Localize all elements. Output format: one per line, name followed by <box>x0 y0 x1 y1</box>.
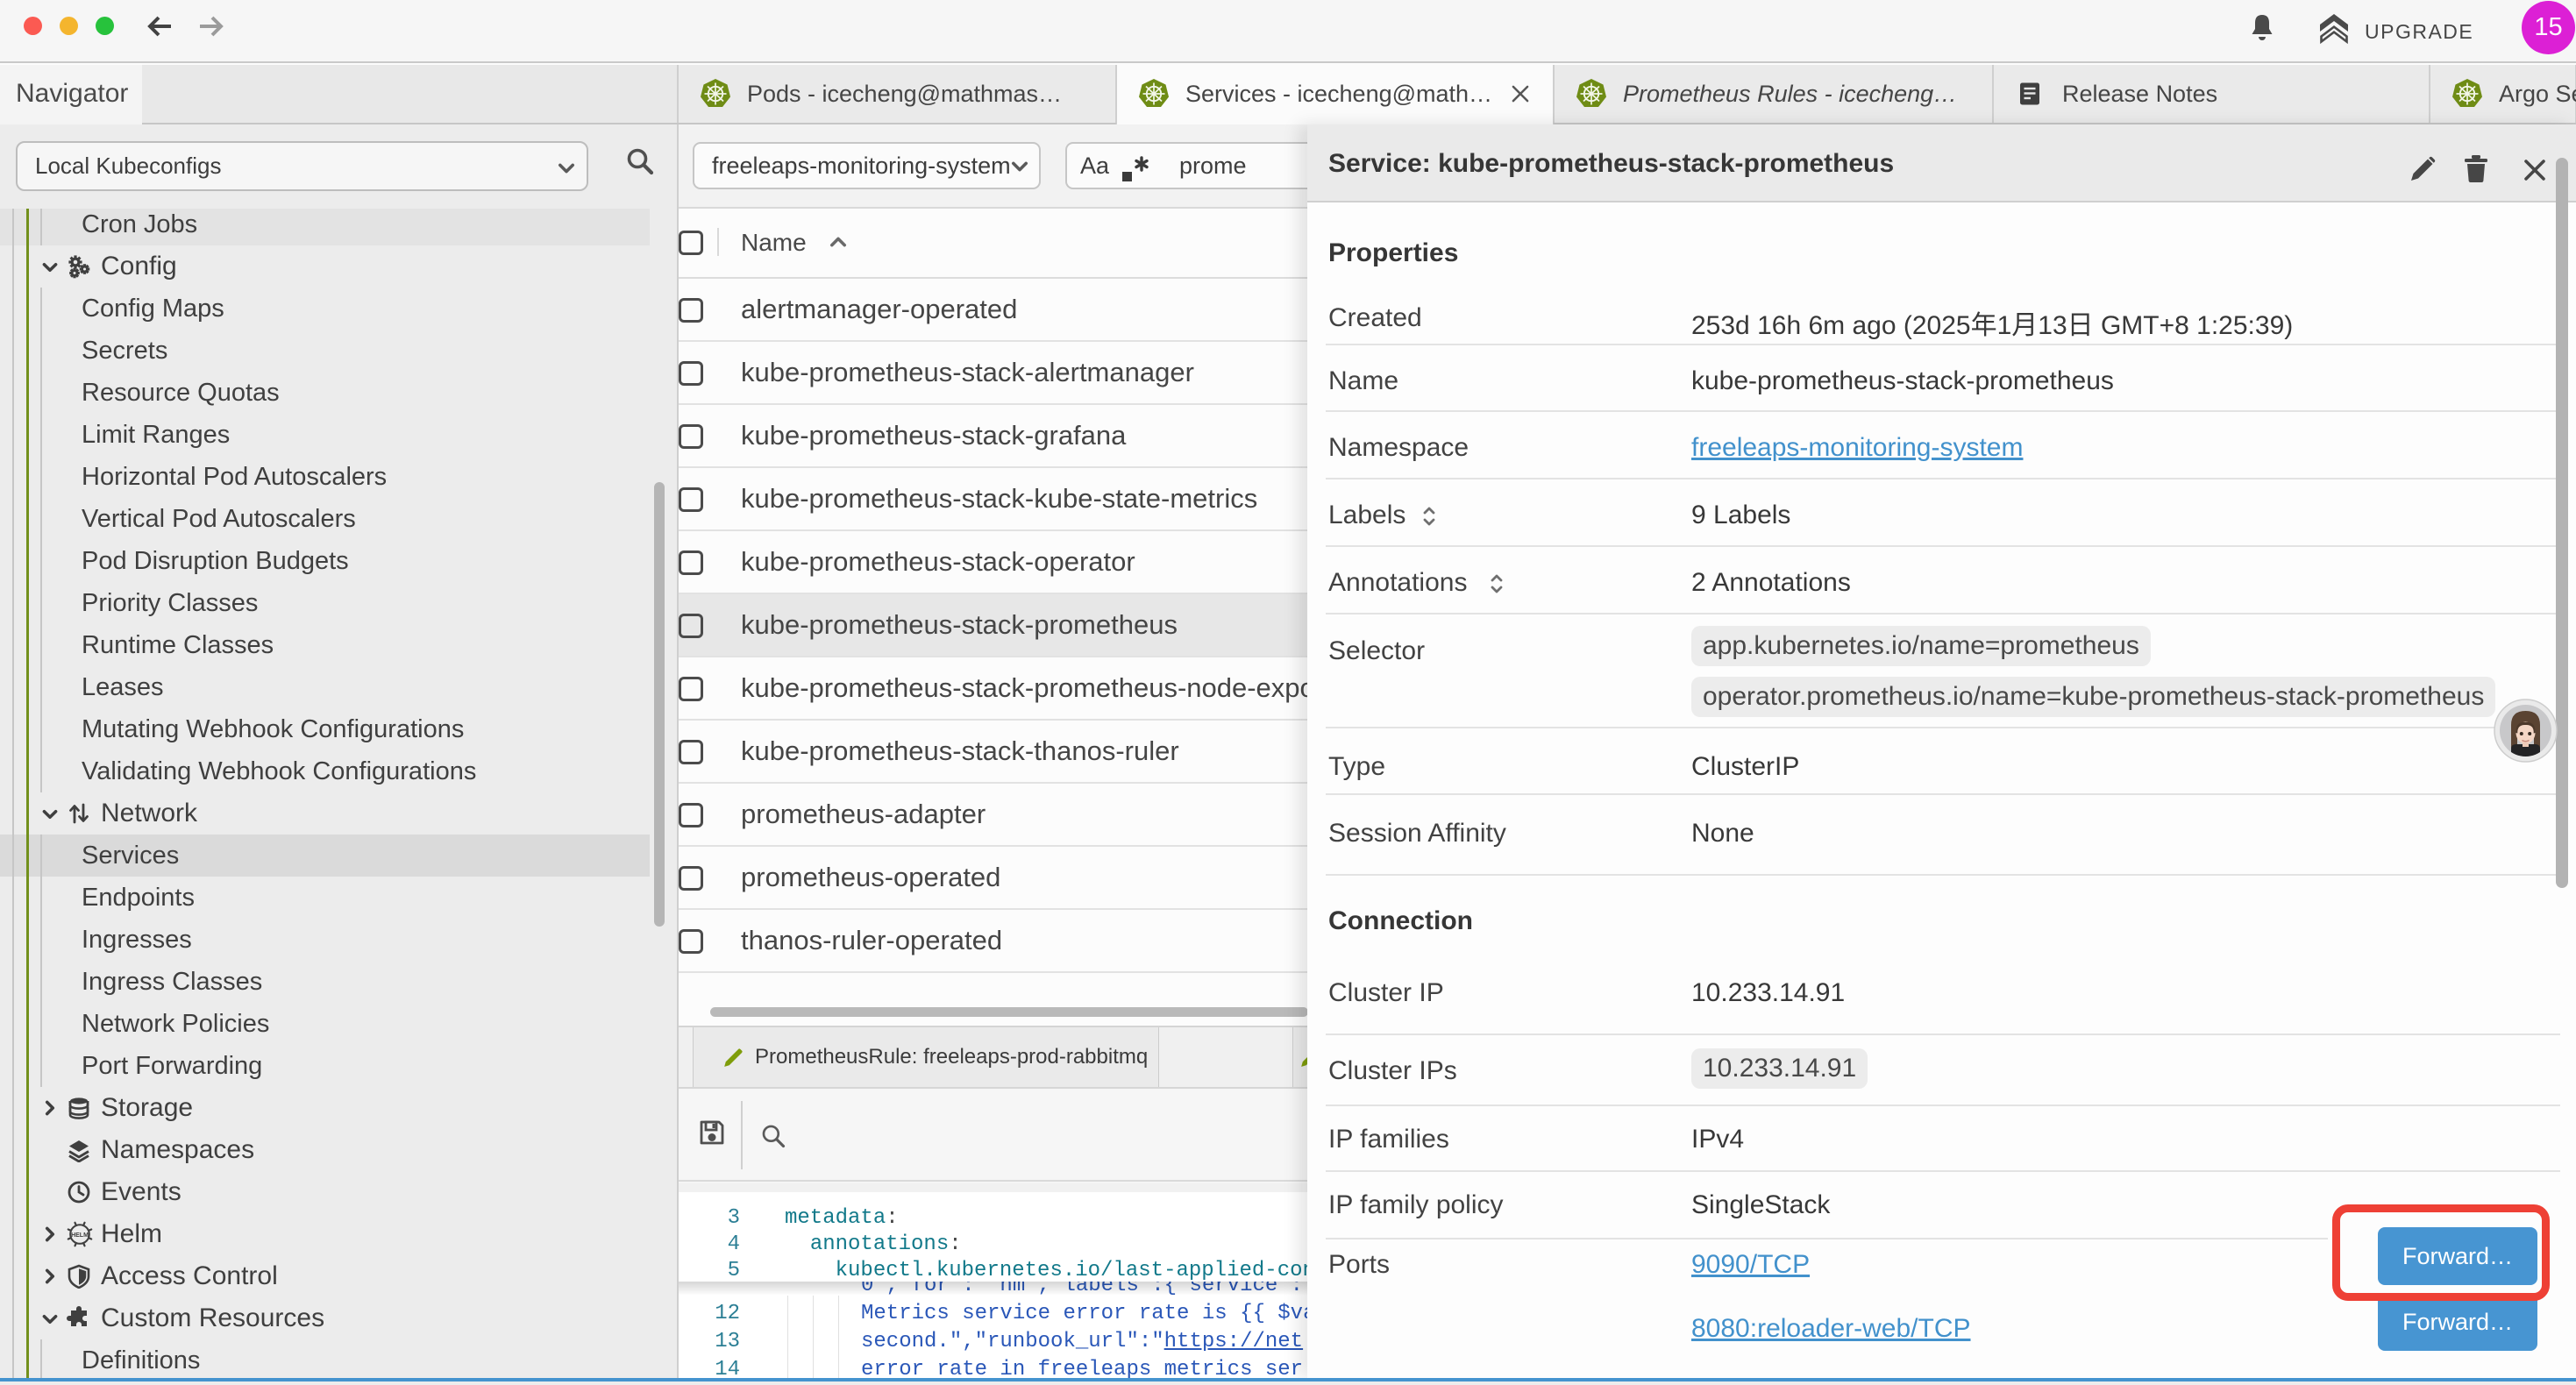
svg-text:HELM: HELM <box>71 1232 89 1239</box>
